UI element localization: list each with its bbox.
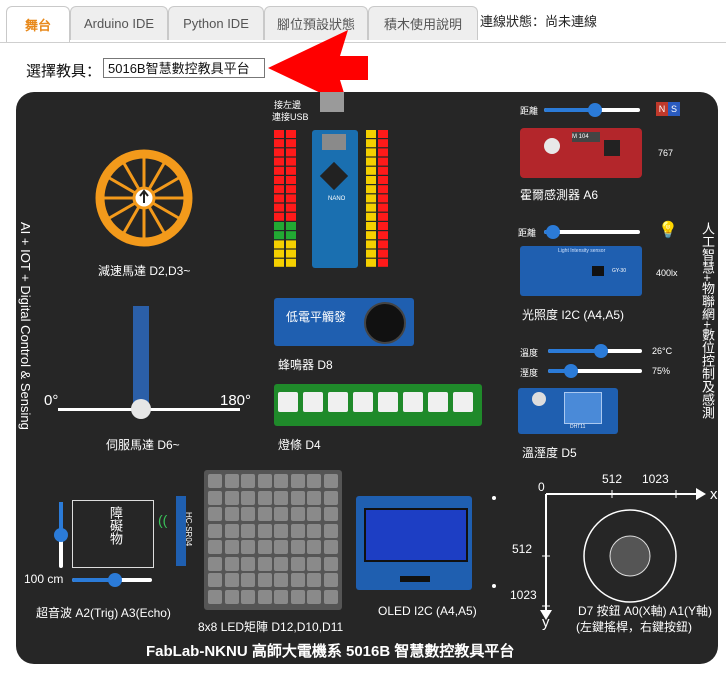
usb-connector-icon	[320, 92, 344, 112]
dht-label: 溫溼度 D5	[522, 446, 577, 460]
magnet-n-icon: N	[656, 102, 668, 116]
nano-label: NANO	[328, 196, 346, 202]
light-label: 光照度 I2C (A4,A5)	[522, 308, 625, 322]
board-panel: 接左邊 連接USB NANO 減速馬達 D2,D3~ AI + IOT + Di…	[16, 92, 718, 664]
hall-module: M 104	[520, 128, 642, 178]
servo-label: 伺服馬達 D6~	[106, 438, 180, 452]
hall-distance-label: 距離	[520, 106, 539, 116]
light-chip-title: Light Intensity sensor	[558, 248, 606, 254]
right-vertical-text: 人工智慧+物聯網+數位控制及感測	[700, 222, 715, 420]
lightbulb-icon: 💡	[658, 222, 678, 239]
motor-label: 減速馬達 D2,D3~	[98, 264, 191, 278]
joystick-y-tick-1: 512	[512, 542, 533, 556]
board-footer: FabLab-NKNU 高師大電機系 5016B 智慧數控教具平台	[146, 643, 515, 660]
oled-module	[356, 496, 472, 590]
connection-status: 連線狀態：尚未連線	[480, 14, 598, 29]
humid-slider-knob[interactable]	[564, 364, 578, 378]
ledstrip-label: 燈條 D4	[278, 438, 321, 452]
joystick-dot	[492, 496, 496, 500]
ultrasonic-distance-value: 100 cm	[24, 572, 64, 586]
tab-python-ide[interactable]: Python IDE	[168, 6, 264, 40]
buzzer-label: 蜂鳴器 D8	[278, 358, 333, 372]
led-matrix	[204, 470, 342, 610]
joystick-y-axis: y	[542, 614, 550, 631]
ultrasonic-model: HC-SR04	[184, 512, 193, 547]
servo-arm	[133, 306, 149, 410]
obstacle-label: 障礙物	[108, 506, 123, 545]
temp-slider-knob[interactable]	[594, 344, 608, 358]
temp-slider-fill	[548, 349, 600, 353]
tab-stage[interactable]: 舞台	[6, 6, 70, 42]
joystick-label-2: (左鍵搖桿，右鍵按鈕)	[576, 620, 692, 634]
temp-value: 26°C	[652, 346, 673, 356]
joystick-x-axis: x	[710, 486, 718, 503]
servo-max-label: 180°	[220, 392, 252, 409]
tab-block-help[interactable]: 積木使用說明	[368, 6, 478, 40]
ultrasonic-hslider-knob[interactable]	[108, 573, 122, 587]
joystick-origin: 0	[538, 480, 545, 494]
joystick-y-tick-2: 1023	[510, 588, 537, 602]
oled-label: OLED I2C (A4,A5)	[378, 604, 477, 618]
hall-chip: M 104	[572, 132, 600, 142]
servo-min-label: 0°	[44, 392, 59, 409]
joystick-dot-2	[492, 584, 496, 588]
joystick-label-1: D7 按鈕 A0(X軸) A1(Y軸)	[578, 604, 713, 618]
left-vertical-text: AI + IOT + Digital Control & Sensing	[18, 222, 33, 430]
humid-label: 溼度	[520, 368, 539, 378]
hall-slider-knob[interactable]	[588, 103, 602, 117]
hall-slider-fill	[544, 108, 592, 112]
light-chip-model: GY-30	[612, 268, 626, 274]
magnet-s-icon: S	[668, 102, 680, 116]
joystick-x-tick-2: 1023	[642, 472, 669, 486]
dht-chip: DHT11	[570, 424, 586, 430]
light-slider-knob[interactable]	[546, 225, 560, 239]
ultrasonic-label: 超音波 A2(Trig) A3(Echo)	[36, 606, 171, 620]
buzzer-text: 低電平觸發	[286, 310, 347, 324]
servo-hub[interactable]	[131, 399, 151, 419]
humid-value: 75%	[652, 366, 671, 376]
light-module: Light Intensity sensor GY-30	[520, 246, 642, 296]
matrix-label: 8x8 LED矩陣 D12,D10,D11	[198, 620, 344, 634]
selector-label: 選擇教具：	[26, 63, 102, 80]
usb-label-2: 連接USB	[272, 112, 309, 122]
ultrasonic-vslider-knob[interactable]	[54, 528, 68, 542]
hall-value: 767	[658, 148, 674, 158]
led-strip	[274, 384, 482, 426]
wheel-motor-icon	[95, 149, 193, 247]
light-distance-label: 距離	[518, 228, 537, 238]
light-value: 400lx	[656, 268, 678, 278]
tab-arduino-ide[interactable]: Arduino IDE	[70, 6, 168, 40]
device-select[interactable]: 5016B智慧數控教具平台	[103, 58, 265, 78]
buzzer-icon	[364, 302, 406, 344]
wave-icon: ((	[158, 512, 168, 528]
dht-module: DHT11	[518, 388, 618, 434]
joystick-x-tick-1: 512	[602, 472, 623, 486]
joystick-knob[interactable]	[590, 516, 670, 596]
hall-label: 霍爾感測器 A6	[520, 188, 599, 202]
temp-label: 溫度	[520, 348, 539, 358]
